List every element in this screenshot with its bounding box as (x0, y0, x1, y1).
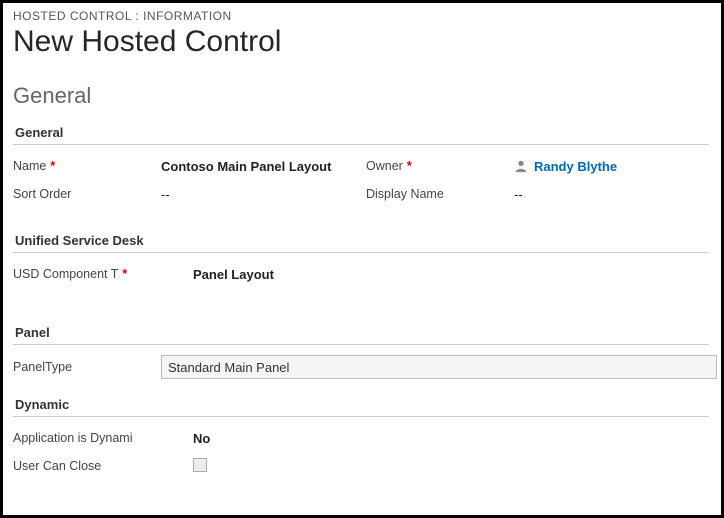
subsection-usd: Unified Service Desk (13, 227, 709, 253)
row-sort-display: Sort Order -- Display Name -- (13, 183, 719, 205)
value-sort-order[interactable]: -- (161, 187, 366, 202)
label-usd-component-type: USD Component T (13, 267, 118, 281)
label-app-is-dynamic: Application is Dynami (13, 431, 133, 445)
label-sort-order: Sort Order (13, 187, 71, 201)
subsection-general: General (13, 119, 709, 145)
label-owner: Owner (366, 159, 403, 173)
required-marker: * (122, 267, 127, 281)
required-marker: * (407, 159, 412, 173)
subsection-dynamic: Dynamic (13, 391, 709, 417)
label-user-can-close: User Can Close (13, 459, 101, 473)
select-panel-type-value: Standard Main Panel (168, 360, 289, 375)
section-title-general: General (11, 77, 721, 119)
form-body: General Name * Contoso Main Panel Layout… (11, 119, 721, 477)
owner-link-text: Randy Blythe (534, 159, 617, 174)
value-name[interactable]: Contoso Main Panel Layout (161, 159, 366, 174)
row-panel-type: PanelType Standard Main Panel (13, 355, 719, 379)
person-icon (514, 159, 528, 173)
value-app-is-dynamic[interactable]: No (193, 431, 719, 446)
value-usd-component-type[interactable]: Panel Layout (193, 267, 719, 282)
row-name-owner: Name * Contoso Main Panel Layout Owner * (13, 155, 719, 177)
row-usd-component: USD Component T * Panel Layout (13, 263, 719, 285)
value-owner[interactable]: Randy Blythe (514, 159, 719, 174)
subsection-panel: Panel (13, 319, 709, 345)
page-title: New Hosted Control (11, 23, 721, 77)
checkbox-user-can-close[interactable] (193, 458, 207, 472)
label-name: Name (13, 159, 46, 173)
breadcrumb: HOSTED CONTROL : INFORMATION (11, 7, 721, 23)
row-app-dynamic: Application is Dynami No (13, 427, 719, 449)
required-marker: * (50, 159, 55, 173)
select-panel-type[interactable]: Standard Main Panel (161, 355, 717, 379)
label-panel-type: PanelType (13, 360, 72, 374)
form-window: HOSTED CONTROL : INFORMATION New Hosted … (0, 0, 724, 518)
label-display-name: Display Name (366, 187, 444, 201)
value-display-name[interactable]: -- (514, 187, 719, 202)
row-user-can-close: User Can Close (13, 455, 719, 477)
